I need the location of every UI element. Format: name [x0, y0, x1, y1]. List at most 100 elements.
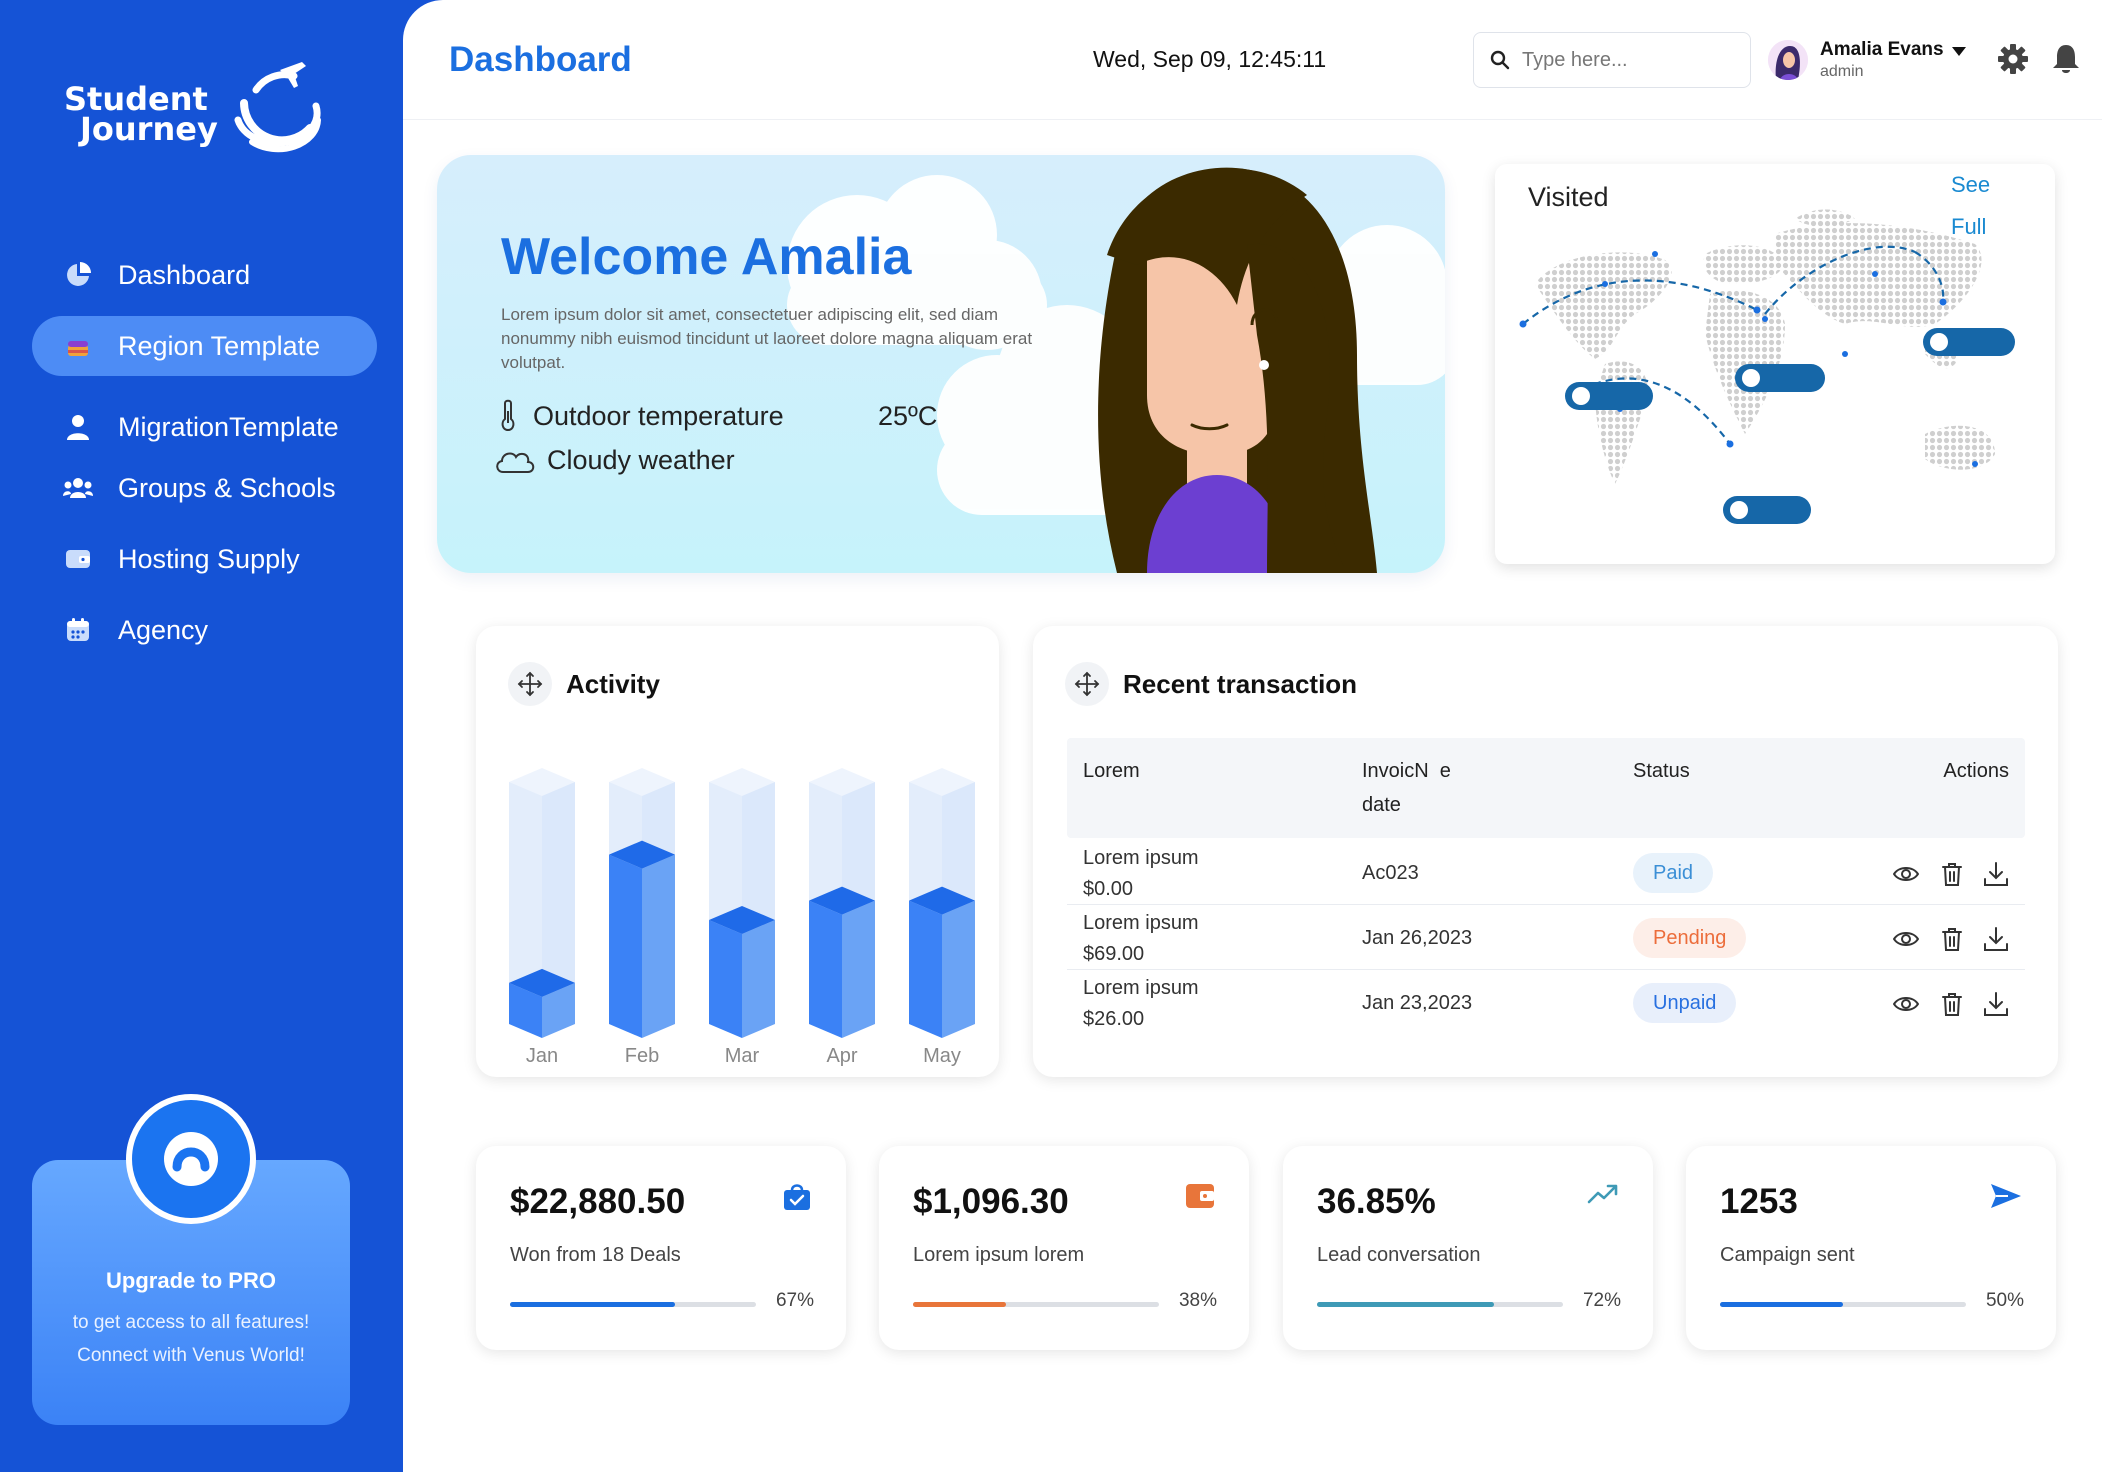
column-header-actions: Actions — [1943, 760, 2009, 782]
sidebar-item-migration-template[interactable]: MigrationTemplate — [32, 397, 377, 457]
x-tick-label: Apr — [826, 1045, 857, 1067]
sidebar-item-label: Groups & Schools — [118, 472, 336, 503]
top-bar: Dashboard Wed, Sep 09, 12:45:11 Amalia E… — [403, 0, 2102, 120]
weather-label: Cloudy weather — [547, 445, 735, 475]
x-tick-label: May — [923, 1045, 961, 1067]
stat-card-revenue[interactable]: $1,096.30 Lorem ipsum lorem 38% — [879, 1146, 1249, 1350]
shopping-bag-check-icon — [784, 1184, 810, 1210]
user-menu[interactable]: Amalia Evans admin — [1768, 30, 1978, 90]
users-icon — [62, 472, 94, 504]
sidebar-item-dashboard[interactable]: Dashboard — [32, 245, 377, 305]
stat-card-campaign[interactable]: 1253 Campaign sent 50% — [1686, 1146, 2056, 1350]
datetime: Wed, Sep 09, 12:45:11 — [1093, 46, 1327, 72]
pie-chart-icon — [62, 259, 94, 291]
trash-icon[interactable] — [1939, 861, 1965, 887]
eye-icon[interactable] — [1893, 991, 1919, 1017]
row-name: Lorem ipsum — [1083, 847, 1199, 869]
welcome-title: Welcome Amalia — [501, 228, 912, 286]
sidebar-item-region-template[interactable]: Region Template — [32, 316, 377, 376]
bar — [642, 854, 675, 1038]
weather-row: Cloudy weather — [493, 445, 735, 476]
progress-percent: 50% — [1985, 1290, 2024, 1311]
row-date: Jan 26,2023 — [1362, 927, 1473, 949]
progress-track — [510, 1302, 756, 1307]
bar — [709, 919, 742, 1038]
progress-fill — [510, 1302, 675, 1307]
progress-fill — [1317, 1302, 1495, 1307]
stat-card-deals[interactable]: $22,880.50 Won from 18 Deals 67% — [476, 1146, 846, 1350]
sidebar-item-label: Agency — [118, 614, 209, 645]
upgrade-line-1: to get access to all features! — [72, 1312, 310, 1333]
sidebar: Student Journey Dashboard Region Templat… — [0, 0, 410, 1472]
stat-label: Won from 18 Deals — [510, 1244, 681, 1266]
trending-up-icon — [1587, 1184, 1618, 1204]
download-icon[interactable] — [1983, 861, 2009, 887]
move-icon[interactable] — [1065, 662, 1109, 706]
upgrade-title: Upgrade to PRO — [106, 1268, 276, 1293]
gear-icon[interactable] — [1997, 43, 2029, 75]
user-name: Amalia Evans — [1820, 39, 1944, 60]
x-tick-label: Jan — [526, 1045, 558, 1067]
sidebar-item-label: MigrationTemplate — [118, 411, 339, 442]
sidebar-item-hosting-supply[interactable]: Hosting Supply — [32, 529, 377, 589]
wallet-icon — [62, 543, 94, 575]
row-name: Lorem ipsum — [1083, 977, 1199, 999]
visited-card: Visited See Full — [1495, 164, 2055, 564]
search-box[interactable] — [1473, 32, 1751, 88]
table-row: Lorem ipsum $0.00 Ac023 Paid — [1067, 841, 2025, 905]
progress-percent: 72% — [1582, 1290, 1621, 1311]
stat-card-leads[interactable]: 36.85% Lead conversation 72% — [1283, 1146, 1653, 1350]
avatar-illustration — [1098, 167, 1377, 573]
user-role: admin — [1820, 63, 1864, 80]
send-icon — [1991, 1184, 2021, 1208]
search-icon — [1490, 50, 1510, 70]
world-map[interactable] — [1495, 164, 2055, 564]
thermometer-icon — [501, 399, 515, 432]
status-badge: Unpaid — [1633, 983, 1737, 1023]
x-tick-label: Mar — [725, 1045, 760, 1067]
wallet-icon — [1186, 1184, 1214, 1208]
row-amount: $69.00 — [1083, 943, 1145, 965]
column-header-status: Status — [1633, 760, 1690, 782]
bar — [909, 900, 942, 1038]
bell-icon[interactable] — [2051, 43, 2081, 75]
table-header: Lorem InvoicN e date Status Actions — [1067, 738, 2025, 838]
progress-percent: 67% — [775, 1290, 814, 1311]
search-input[interactable] — [1522, 48, 1722, 72]
row-name: Lorem ipsum — [1083, 912, 1199, 934]
welcome-card: Welcome Amalia Lorem ipsum dolor sit ame… — [437, 155, 1445, 573]
eye-icon[interactable] — [1893, 861, 1919, 887]
bar — [942, 900, 975, 1038]
download-icon[interactable] — [1983, 991, 2009, 1017]
calendar-icon — [62, 614, 94, 646]
stat-label: Lead conversation — [1317, 1244, 1481, 1266]
upgrade-subtitle: to get access to all features! Connect w… — [32, 1306, 350, 1372]
row-amount: $0.00 — [1083, 878, 1134, 900]
avatar — [1768, 40, 1808, 80]
column-header-lorem: Lorem — [1083, 760, 1140, 782]
globe-plane-icon — [234, 62, 321, 153]
upgrade-card[interactable]: Upgrade to PRO to get access to all feat… — [32, 1094, 350, 1425]
brand-logo[interactable]: Student Journey — [64, 58, 324, 158]
table-row: Lorem ipsum $26.00 Jan 23,2023 Unpaid — [1067, 971, 2025, 1035]
sidebar-item-agency[interactable]: Agency — [32, 600, 377, 660]
chevron-down-icon — [1951, 47, 1966, 56]
trash-icon[interactable] — [1939, 991, 1965, 1017]
row-amount: $26.00 — [1083, 1008, 1145, 1030]
transactions-title: Recent transaction — [1123, 668, 1358, 699]
cake-icon — [62, 330, 94, 362]
bar — [609, 854, 642, 1038]
trash-icon[interactable] — [1939, 926, 1965, 952]
activity-card: Activity Jan Feb Mar Apr May — [476, 626, 999, 1077]
user-info: Amalia Evans admin — [1820, 39, 1944, 81]
activity-chart: Jan Feb Mar Apr May — [509, 768, 975, 1067]
row-date: Ac023 — [1362, 862, 1419, 884]
stat-label: Campaign sent — [1720, 1244, 1855, 1266]
sidebar-item-groups-schools[interactable]: Groups & Schools — [32, 458, 377, 518]
brand-name: Student Journey — [64, 83, 218, 145]
progress-track — [913, 1302, 1159, 1307]
eye-icon[interactable] — [1893, 926, 1919, 952]
download-icon[interactable] — [1983, 926, 2009, 952]
bar — [842, 900, 875, 1038]
main-content: Dashboard Wed, Sep 09, 12:45:11 Amalia E… — [403, 0, 2102, 1472]
